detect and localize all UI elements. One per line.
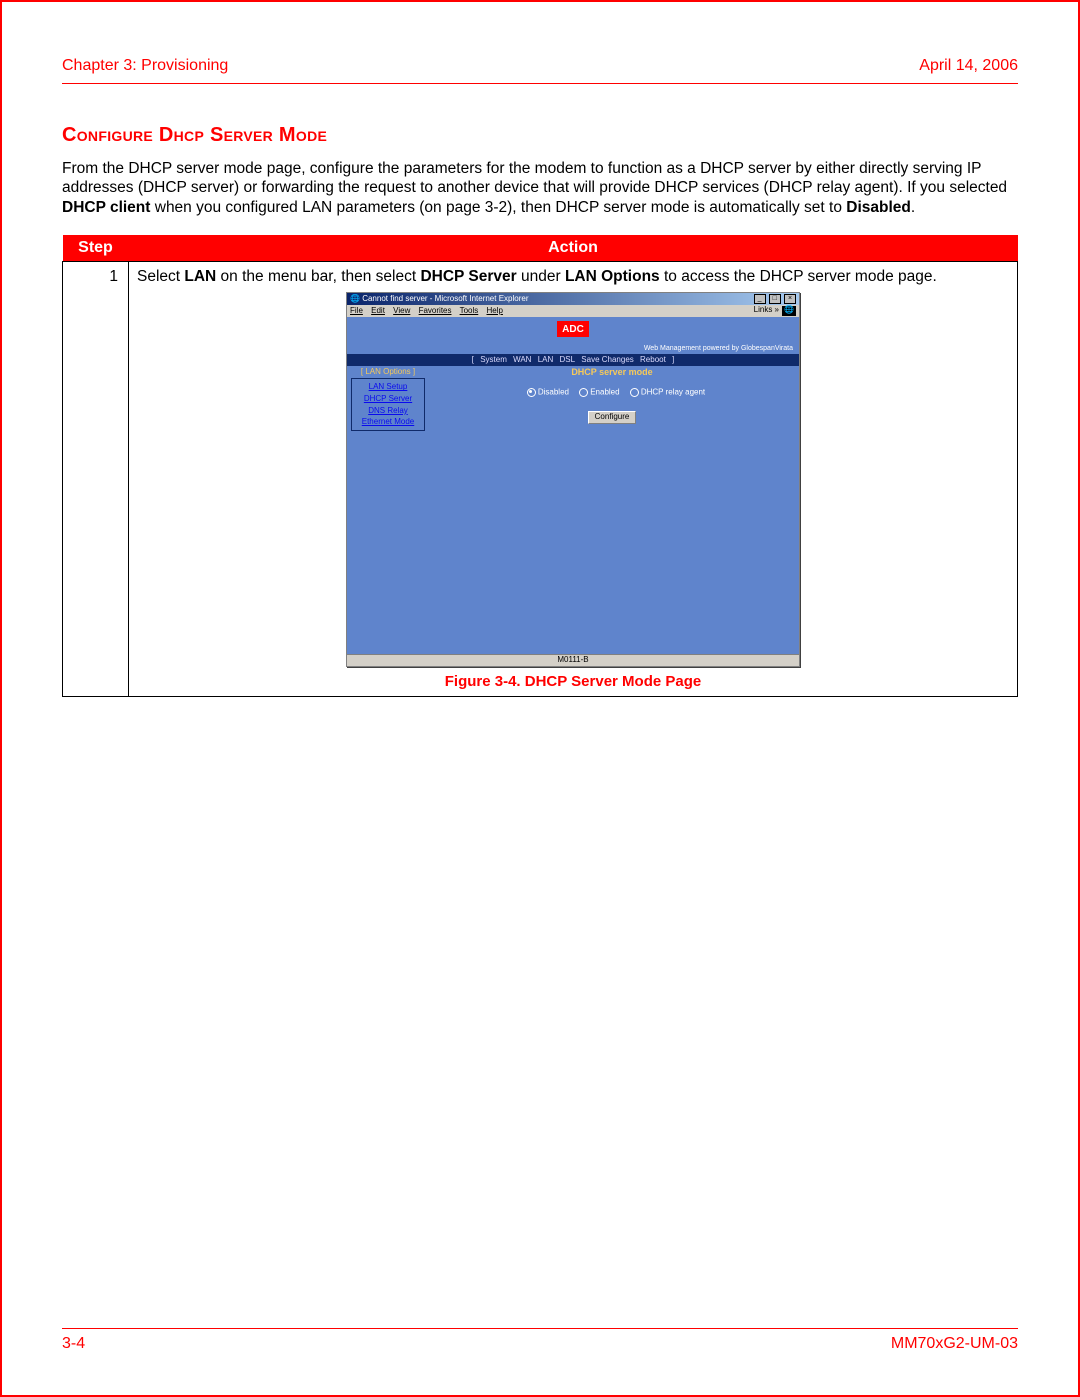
col-step: Step <box>63 235 129 262</box>
adc-logo: ADC <box>557 321 589 337</box>
radio-relay-label: DHCP relay agent <box>641 387 705 396</box>
doc-number: MM70xG2-UM-03 <box>891 1335 1018 1353</box>
sidebar-box: LAN Setup DHCP Server DNS Relay Ethernet… <box>351 378 425 430</box>
para-text: . <box>911 199 915 216</box>
status-text: M0111-B <box>557 655 588 664</box>
step-number: 1 <box>63 262 129 696</box>
header-row: Chapter 3: Provisioning April 14, 2006 <box>62 57 1018 75</box>
chapter-label: Chapter 3: Provisioning <box>62 57 228 75</box>
ie-body: ADC Web Management powered by GlobespanV… <box>347 317 799 654</box>
nav-bar: [ System WAN LAN DSL Save Changes Reboot… <box>347 355 799 366</box>
header-date: April 14, 2006 <box>919 57 1018 75</box>
logo-row: ADC <box>347 317 799 347</box>
radio-disabled-label: Disabled <box>538 387 569 396</box>
intro-paragraph: From the DHCP server mode page, configur… <box>62 159 1018 217</box>
close-icon[interactable]: × <box>784 294 796 304</box>
powered-by: Web Management powered by GlobespanVirat… <box>347 345 799 353</box>
header-rule <box>62 83 1018 84</box>
ie-title-text: Cannot find server - Microsoft Internet … <box>362 294 528 303</box>
ie-titlebar: 🌐 Cannot find server - Microsoft Interne… <box>347 293 799 305</box>
links-label[interactable]: Links »🌐 <box>754 306 796 316</box>
menu-favorites[interactable]: Favorites <box>419 306 452 315</box>
page-frame: Chapter 3: Provisioning April 14, 2006 C… <box>0 0 1080 1397</box>
sidebar-heading: [ LAN Options ] <box>351 368 425 377</box>
nav-reboot[interactable]: Reboot <box>640 355 666 364</box>
para-text: when you configured LAN parameters (on p… <box>150 199 846 216</box>
sidebar: [ LAN Options ] LAN Setup DHCP Server DN… <box>347 366 425 654</box>
section-title: Configure Dhcp Server Mode <box>62 124 1018 147</box>
nav-save[interactable]: Save Changes <box>581 355 633 364</box>
go-button[interactable]: 🌐 <box>782 306 796 316</box>
page-number: 3-4 <box>62 1335 85 1353</box>
minimize-icon[interactable]: _ <box>754 294 766 304</box>
sidebar-item-lan-setup[interactable]: LAN Setup <box>355 381 421 393</box>
menu-file[interactable]: File <box>350 306 363 315</box>
menu-view[interactable]: View <box>393 306 410 315</box>
configure-button[interactable]: Configure <box>588 411 637 424</box>
nav-lan[interactable]: LAN <box>538 355 554 364</box>
page-content: Chapter 3: Provisioning April 14, 2006 C… <box>2 2 1078 697</box>
action-bold-lan: LAN <box>184 268 216 285</box>
ie-window: 🌐 Cannot find server - Microsoft Interne… <box>346 292 800 666</box>
nav-dsl[interactable]: DSL <box>560 355 576 364</box>
radio-enabled[interactable] <box>579 388 588 397</box>
radio-disabled[interactable] <box>527 388 536 397</box>
main-row: [ LAN Options ] LAN Setup DHCP Server DN… <box>347 366 799 654</box>
nav-wan[interactable]: WAN <box>513 355 531 364</box>
ie-menubar: File Edit View Favorites Tools Help Link… <box>347 305 799 317</box>
ie-menus: File Edit View Favorites Tools Help <box>350 307 509 316</box>
action-bold-lan-options: LAN Options <box>565 268 660 285</box>
table-header-row: Step Action <box>63 235 1018 262</box>
status-bar: M0111-B <box>347 654 799 666</box>
links-text: Links » <box>754 305 779 314</box>
footer-row: 3-4 MM70xG2-UM-03 <box>62 1335 1018 1353</box>
action-text: on the menu bar, then select <box>216 268 420 285</box>
para-text: From the DHCP server mode page, configur… <box>62 160 1007 196</box>
para-bold-dhcp-client: DHCP client <box>62 199 150 216</box>
para-bold-disabled: Disabled <box>846 199 911 216</box>
figure-caption: Figure 3-4. DHCP Server Mode Page <box>137 673 1009 690</box>
ie-title: 🌐 Cannot find server - Microsoft Interne… <box>350 295 529 304</box>
action-text: under <box>517 268 565 285</box>
nav-system[interactable]: System <box>480 355 507 364</box>
action-text: Select <box>137 268 184 285</box>
sidebar-item-dhcp-server[interactable]: DHCP Server <box>355 393 421 405</box>
radio-row: Disabled Enabled DHCP relay agent <box>425 388 799 397</box>
action-bold-dhcp-server: DHCP Server <box>420 268 516 285</box>
radio-enabled-label: Enabled <box>590 387 619 396</box>
menu-edit[interactable]: Edit <box>371 306 385 315</box>
window-buttons: _ □ × <box>753 294 796 304</box>
spacer <box>425 424 799 654</box>
table-row: 1 Select LAN on the menu bar, then selec… <box>63 262 1018 696</box>
maximize-icon[interactable]: □ <box>769 294 781 304</box>
radio-relay[interactable] <box>630 388 639 397</box>
action-text: to access the DHCP server mode page. <box>660 268 937 285</box>
figure-wrap: 🌐 Cannot find server - Microsoft Interne… <box>137 292 1009 689</box>
col-action: Action <box>129 235 1018 262</box>
panel-title: DHCP server mode <box>425 368 799 378</box>
main-panel: DHCP server mode Disabled Enabled DHCP r… <box>425 366 799 654</box>
step-action-cell: Select LAN on the menu bar, then select … <box>129 262 1018 696</box>
footer-rule <box>62 1328 1018 1329</box>
steps-table: Step Action 1 Select LAN on the menu bar… <box>62 235 1018 696</box>
menu-help[interactable]: Help <box>487 306 503 315</box>
ie-icon: 🌐 <box>350 294 360 303</box>
sidebar-item-ethernet-mode[interactable]: Ethernet Mode <box>355 416 421 428</box>
menu-tools[interactable]: Tools <box>460 306 479 315</box>
footer: 3-4 MM70xG2-UM-03 <box>62 1328 1018 1353</box>
sidebar-item-dns-relay[interactable]: DNS Relay <box>355 405 421 417</box>
